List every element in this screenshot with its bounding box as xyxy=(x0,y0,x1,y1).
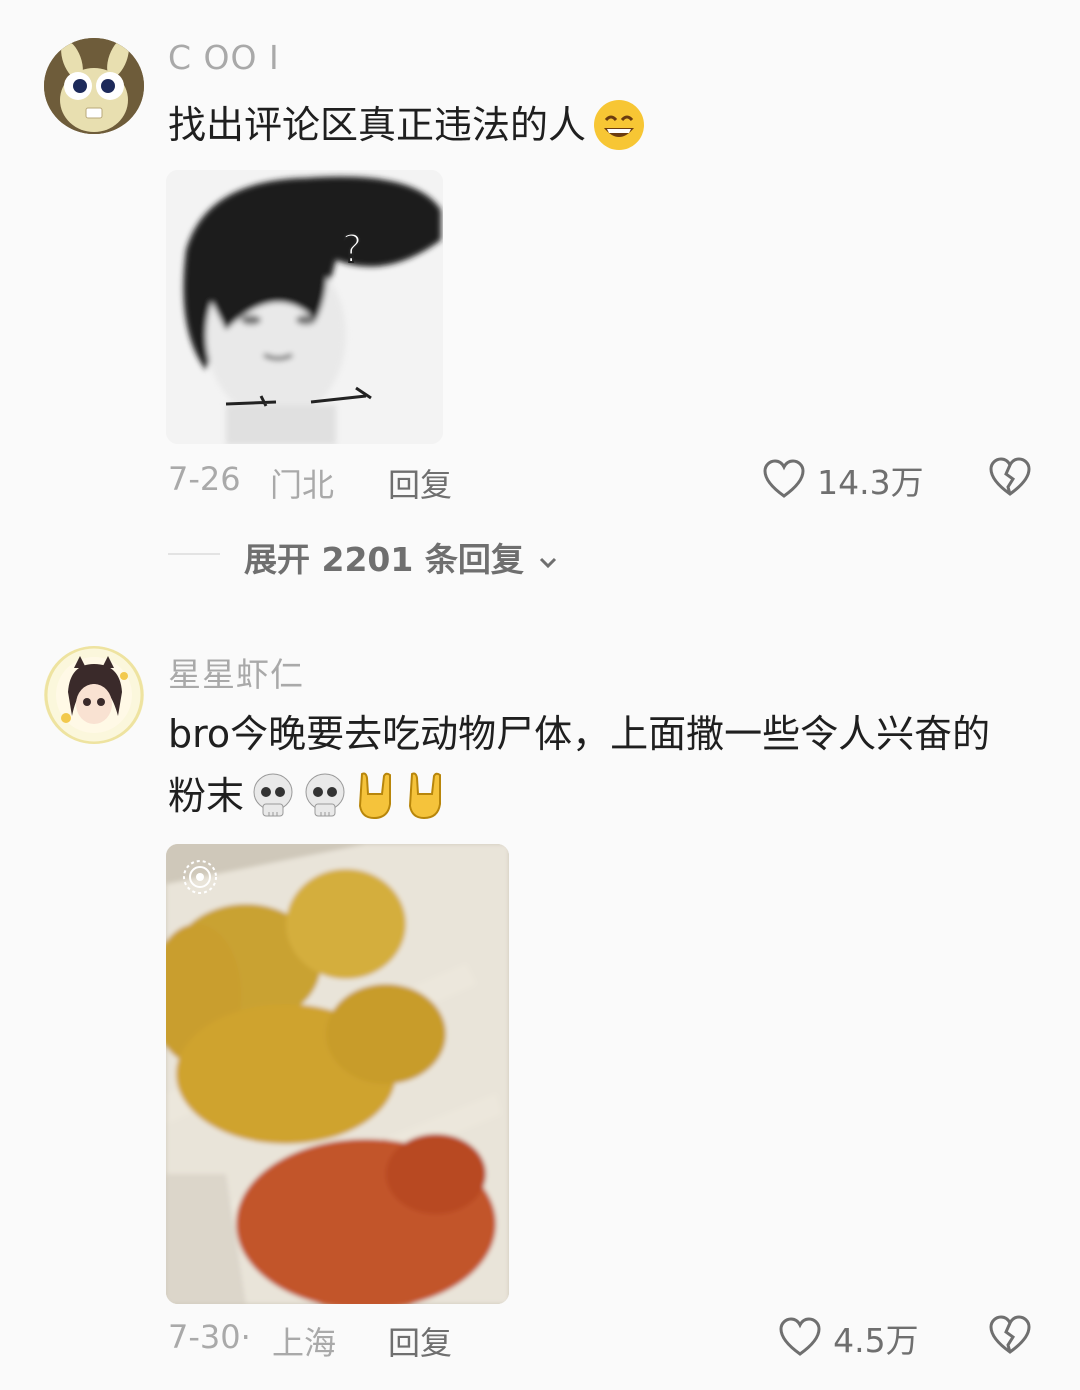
expand-replies-label: 展开 2201 条回复 xyxy=(244,540,524,579)
dislike-button[interactable] xyxy=(988,1314,1032,1362)
user-avatar[interactable] xyxy=(44,38,144,134)
user-avatar[interactable] xyxy=(44,646,144,744)
reply-button[interactable]: 回复 xyxy=(388,460,452,506)
heart-outline-icon xyxy=(779,1317,821,1356)
heart-outline-icon xyxy=(763,459,805,498)
comment-text: bro今晚要去吃动物尸体，上面撒一些令人兴奋的粉末 xyxy=(168,703,1028,828)
avatar-character-icon xyxy=(44,38,144,134)
svg-text:?: ? xyxy=(342,227,362,271)
reply-button[interactable]: 回复 xyxy=(388,1318,452,1364)
avatar-anime-girl-icon xyxy=(44,646,144,744)
comment-location: 上海 xyxy=(272,1324,337,1362)
sign-of-horns-emoji-icon xyxy=(404,770,448,828)
comment-body: 找出评论区真正违法的人 xyxy=(168,103,587,147)
skull-emoji-icon xyxy=(250,772,296,826)
skull-emoji-icon xyxy=(302,772,348,826)
broken-heart-icon xyxy=(989,1315,1031,1354)
username[interactable]: 星星虾仁 xyxy=(168,648,304,696)
comment-date: 7-30· xyxy=(168,1318,251,1356)
fried-chicken-box-photo-image xyxy=(166,844,509,1304)
like-button[interactable]: 14.3万 xyxy=(762,456,924,502)
grinning-emoji-icon xyxy=(592,98,646,158)
broken-heart-icon xyxy=(989,457,1031,496)
sign-of-horns-emoji-icon xyxy=(354,770,398,828)
chevron-down-icon xyxy=(540,557,557,568)
comment-text: 找出评论区真正违法的人 xyxy=(168,94,1028,158)
comment-image[interactable] xyxy=(166,844,509,1304)
comment-date: 7-26 xyxy=(168,460,241,498)
dislike-button[interactable] xyxy=(988,456,1032,504)
like-button[interactable]: 4.5万 xyxy=(778,1314,919,1360)
like-count: 4.5万 xyxy=(833,1321,919,1360)
comment-image[interactable]: ? xyxy=(166,170,443,444)
username[interactable]: C OO I xyxy=(168,38,280,77)
comment-location: 门北 xyxy=(270,466,335,504)
expand-divider xyxy=(168,553,220,555)
like-count: 14.3万 xyxy=(817,463,924,502)
question-face-sketch-image: ? xyxy=(166,170,443,444)
expand-replies-button[interactable]: 展开 2201 条回复 xyxy=(244,533,559,581)
